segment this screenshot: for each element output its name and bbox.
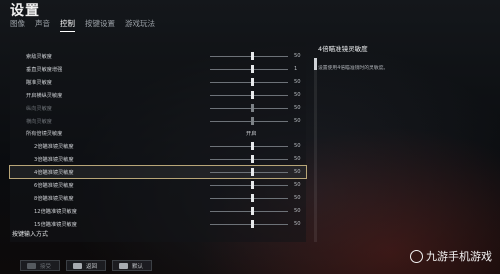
slider-handle[interactable] — [251, 116, 255, 125]
setting-label: 垂直灵敏度增强 — [26, 66, 63, 73]
slider-handle[interactable] — [251, 155, 255, 164]
slider-handle[interactable] — [251, 90, 255, 99]
setting-value: 50 — [294, 78, 301, 85]
tab-keybindings[interactable]: 按键设置 — [85, 18, 115, 32]
setting-label: 6倍瞄准镜灵敏度 — [34, 183, 74, 189]
watermark: 九游手机游戏 — [410, 248, 492, 264]
detail-description: 设置使用4倍瞄准镜时的灵敏度。 — [318, 66, 389, 71]
setting-value: 50 — [294, 104, 301, 111]
setting-value: 50 — [294, 182, 301, 188]
tab-bar: 图像 声音 控制 按键设置 游戏玩法 — [10, 18, 155, 32]
tab-graphics[interactable]: 图像 — [10, 18, 25, 32]
setting-row[interactable]: 所有倍镜灵敏度 开启 — [10, 127, 306, 139]
setting-select-value[interactable]: 开启 — [246, 130, 256, 137]
back-button[interactable]: 返回 — [66, 260, 106, 271]
slider-handle[interactable] — [251, 193, 255, 202]
slider-handle[interactable] — [251, 142, 255, 151]
setting-row[interactable]: 索敌灵敏度 50 — [10, 50, 306, 62]
setting-row[interactable]: 瞄准灵敏度 50 — [10, 76, 306, 88]
setting-label: 所有倍镜灵敏度 — [26, 131, 63, 138]
setting-value: 50 — [294, 143, 301, 150]
setting-value: 50 — [294, 117, 301, 124]
slider-handle[interactable] — [251, 64, 255, 73]
button-bar: 接受 返回 默认 — [20, 260, 152, 271]
setting-value: 50 — [294, 53, 301, 59]
slider-track[interactable] — [210, 185, 288, 186]
setting-value: 50 — [294, 207, 301, 214]
setting-row[interactable]: 12倍瞄准镜灵敏度 50 — [10, 205, 306, 217]
setting-row-selected[interactable]: 4倍瞄准镜灵敏度 50 — [9, 165, 307, 180]
setting-label: 4倍瞄准镜灵敏度 — [34, 170, 74, 177]
watermark-text: 九游手机游戏 — [426, 250, 492, 263]
back-button-label: 返回 — [86, 263, 98, 270]
setting-row[interactable]: 15倍瞄准镜灵敏度 50 — [10, 218, 306, 230]
detail-title: 4倍瞄准镜灵敏度 — [318, 45, 368, 53]
setting-value: 1 — [294, 65, 298, 72]
setting-label: 索敌灵敏度 — [26, 54, 52, 60]
key-hint-icon — [73, 262, 82, 269]
setting-label: 2倍瞄准镜灵敏度 — [34, 144, 74, 151]
setting-row[interactable]: 横向灵敏度 50 — [10, 115, 306, 127]
settings-panel: 索敌灵敏度 50 垂直灵敏度增强 1 瞄准灵敏度 50 开启横纵灵敏度 50 纵向灵敏度 50 横向… — [9, 42, 307, 242]
slider-track[interactable] — [210, 159, 288, 161]
section-heading: 按键输入方式 — [12, 231, 49, 238]
slider-track[interactable] — [210, 56, 288, 57]
accept-button[interactable]: 接受 — [20, 260, 60, 271]
setting-label: 8倍瞄准镜灵敏度 — [34, 195, 74, 202]
setting-label: 横向灵敏度 — [26, 118, 52, 125]
tab-sound[interactable]: 声音 — [35, 18, 50, 32]
slider-handle[interactable] — [251, 219, 255, 228]
setting-value: 50 — [294, 194, 301, 201]
setting-row[interactable]: 垂直灵敏度增强 1 — [10, 63, 306, 75]
slider-track[interactable] — [210, 120, 288, 122]
slider-track[interactable] — [210, 107, 288, 109]
slider-track[interactable] — [210, 81, 288, 83]
slider-track[interactable] — [210, 172, 288, 174]
setting-value: 50 — [294, 91, 301, 98]
tab-controls[interactable]: 控制 — [60, 18, 75, 32]
slider-handle[interactable] — [251, 206, 255, 215]
setting-row[interactable]: 8倍瞄准镜灵敏度 50 — [10, 192, 306, 204]
slider-track[interactable] — [210, 197, 288, 199]
setting-value: 50 — [294, 156, 301, 163]
slider-handle[interactable] — [251, 77, 255, 86]
setting-label: 15倍瞄准镜灵敏度 — [34, 221, 77, 228]
tab-gameplay[interactable]: 游戏玩法 — [125, 18, 155, 32]
setting-label: 瞄准灵敏度 — [26, 79, 52, 86]
setting-label: 开启横纵灵敏度 — [26, 92, 63, 99]
slider-track[interactable] — [210, 68, 288, 70]
default-button-label: 默认 — [132, 263, 144, 270]
slider-handle[interactable] — [251, 168, 255, 177]
accept-button-label: 接受 — [40, 263, 52, 270]
scrollbar-thumb[interactable] — [314, 58, 317, 70]
slider-handle[interactable] — [251, 52, 255, 60]
slider-handle[interactable] — [251, 103, 255, 112]
setting-row[interactable]: 纵向灵敏度 50 — [10, 102, 306, 114]
default-button[interactable]: 默认 — [112, 260, 152, 271]
slider-track[interactable] — [210, 210, 288, 212]
setting-label: 3倍瞄准镜灵敏度 — [34, 157, 74, 164]
key-hint-icon — [27, 262, 36, 269]
slider-track[interactable] — [210, 223, 288, 225]
slider-handle[interactable] — [251, 181, 255, 189]
key-hint-icon — [119, 262, 128, 269]
setting-row[interactable]: 6倍瞄准镜灵敏度 50 — [10, 179, 306, 191]
slider-track[interactable] — [210, 146, 288, 148]
setting-value: 50 — [294, 220, 301, 227]
setting-value: 50 — [294, 169, 301, 176]
settings-scrollbar[interactable] — [314, 58, 317, 242]
watermark-logo-icon — [410, 249, 423, 263]
setting-row[interactable]: 开启横纵灵敏度 50 — [10, 89, 306, 101]
slider-track[interactable] — [210, 94, 288, 96]
setting-label: 12倍瞄准镜灵敏度 — [34, 208, 77, 215]
page-title: 设置 — [10, 3, 40, 19]
setting-row[interactable]: 2倍瞄准镜灵敏度 50 — [10, 140, 306, 152]
setting-label: 纵向灵敏度 — [26, 105, 52, 112]
setting-row[interactable]: 3倍瞄准镜灵敏度 50 — [10, 153, 306, 165]
